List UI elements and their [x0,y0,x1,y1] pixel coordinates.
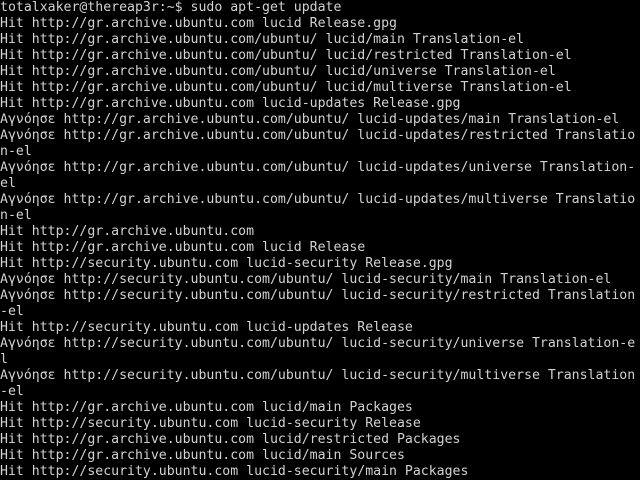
terminal-output-line: -el [0,304,24,319]
terminal-output-line: Hit http://gr.archive.ubuntu.com lucid/m… [0,448,405,463]
terminal-output-line: Hit http://gr.archive.ubuntu.com/ubuntu/… [0,48,572,63]
terminal-output-line: Αγνόησε http://gr.archive.ubuntu.com/ubu… [0,112,620,127]
terminal-output-line: el [0,176,16,191]
terminal-output-line: n-el [0,144,32,159]
terminal-output-line: Αγνόησε http://security.ubuntu.com/ubunt… [0,288,636,303]
terminal-output-line: Hit http://gr.archive.ubuntu.com [0,224,255,239]
terminal-output-line: Hit http://gr.archive.ubuntu.com lucid/m… [0,400,413,415]
terminal-output-line: Hit http://security.ubuntu.com lucid-sec… [0,416,421,431]
terminal-output-line: Hit http://security.ubuntu.com lucid-sec… [0,464,469,479]
terminal-output-line: l [0,352,8,367]
terminal-output-line: Αγνόησε http://security.ubuntu.com/ubunt… [0,272,612,287]
terminal-output-line: Hit http://gr.archive.ubuntu.com lucid R… [0,240,366,255]
terminal-output-line: Hit http://gr.archive.ubuntu.com lucid-u… [0,96,461,111]
terminal-output-line: Hit http://gr.archive.ubuntu.com/ubuntu/… [0,64,556,79]
terminal-output-line: Hit http://gr.archive.ubuntu.com lucid/r… [0,432,461,447]
terminal-output-line: Hit http://gr.archive.ubuntu.com lucid R… [0,16,397,31]
terminal-console[interactable]: totalxaker@thereap3r:~$ sudo apt-get upd… [0,0,640,480]
terminal-output-line: Hit http://gr.archive.ubuntu.com/ubuntu/… [0,32,525,47]
command-prompt-line: totalxaker@thereap3r:~$ sudo apt-get upd… [0,0,342,15]
terminal-output-line: Αγνόησε http://security.ubuntu.com/ubunt… [0,368,636,383]
terminal-output-line: Αγνόησε http://gr.archive.ubuntu.com/ubu… [0,128,636,143]
terminal-output-line: n-el [0,208,32,223]
terminal-output-line: Hit http://security.ubuntu.com lucid-upd… [0,320,413,335]
terminal-output-line: Αγνόησε http://security.ubuntu.com/ubunt… [0,336,636,351]
terminal-output-line: Hit http://gr.archive.ubuntu.com/ubuntu/… [0,80,572,95]
terminal-output-line: Αγνόησε http://gr.archive.ubuntu.com/ubu… [0,192,636,207]
terminal-output-line: -el [0,384,24,399]
terminal-output-line: Hit http://security.ubuntu.com lucid-sec… [0,256,453,271]
terminal-output-line: Αγνόησε http://gr.archive.ubuntu.com/ubu… [0,160,636,175]
